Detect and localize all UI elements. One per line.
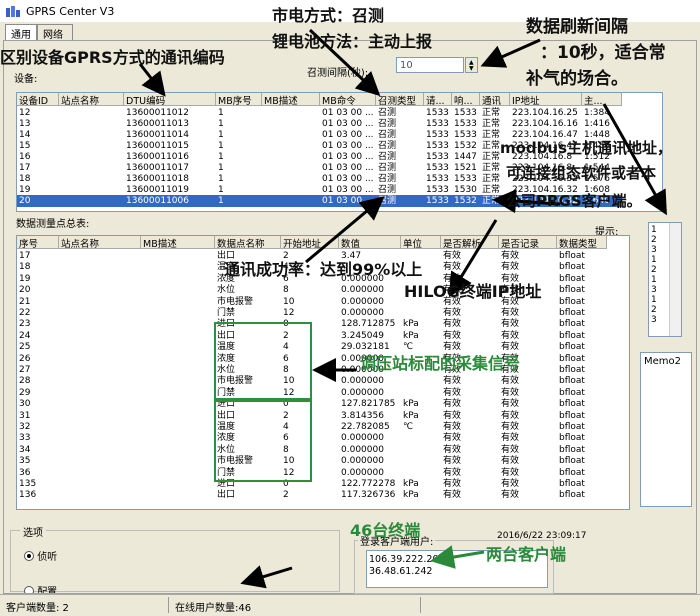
annotation-text: modbus主机通讯地址， [500,139,673,157]
annotation-text: 调压站标配的采集信号 [360,354,521,373]
annotation-text: 通讯成功率：达到99%以上 [224,260,423,279]
annotation-text: 两台客户端 [486,545,567,564]
annotation-text: 锂电池方法：主动上报 [272,32,433,51]
annotation-text: 市电方式：召测 [272,6,385,25]
annotation-text: HILOG终端IP地址 [404,282,542,301]
annotation-text: 补气的场合。 [526,69,628,89]
annotation-text: 数据刷新间隔 [526,17,628,37]
annotation-text: ：10秒，适合常 [540,43,666,63]
annotation-text: 46台终端 [350,521,421,540]
annotation-text: 公司PRGS客户端。 [506,192,642,210]
annotation-text: 区别设备GPRS方式的通讯编码 [0,48,225,67]
annotation-text: 可连接组态软件或者本 [506,164,657,182]
